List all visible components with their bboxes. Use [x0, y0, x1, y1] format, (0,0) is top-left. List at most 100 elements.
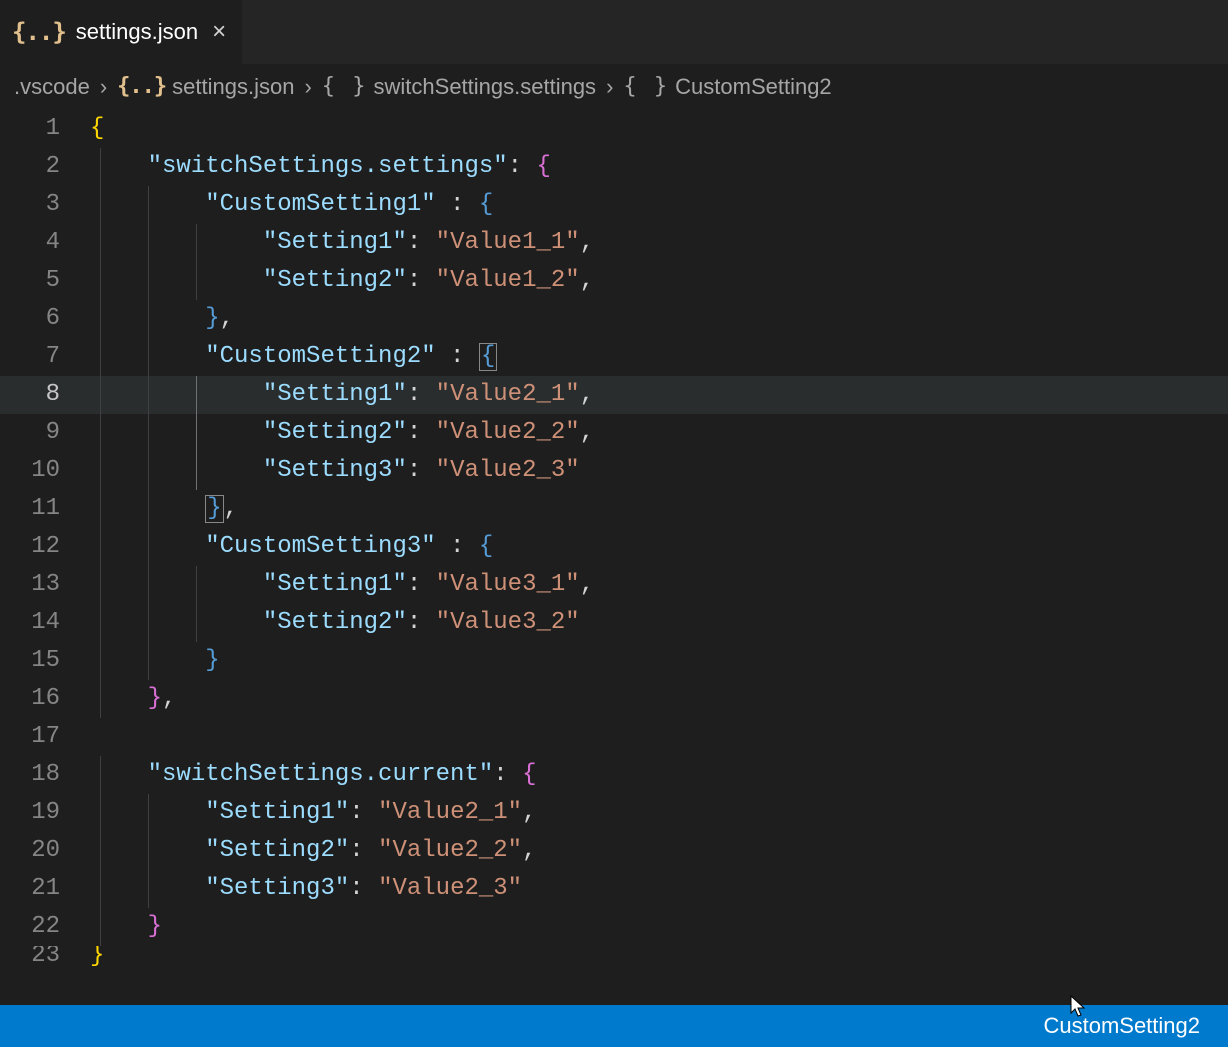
code-line[interactable]: 23 }: [0, 946, 1228, 966]
line-number: 12: [0, 528, 90, 566]
line-number: 9: [0, 414, 90, 452]
token-key: "Setting3": [205, 875, 349, 902]
token-string: "Value2_3": [378, 875, 522, 902]
code-line[interactable]: 2 "switchSettings.settings": {: [0, 148, 1228, 186]
token-punct: ,: [162, 685, 176, 712]
line-number: 20: [0, 832, 90, 870]
token-string: "Value3_1": [436, 571, 580, 598]
token-brace: }: [148, 913, 162, 940]
token-string: "Value1_1": [436, 229, 580, 256]
line-number: 21: [0, 870, 90, 908]
code-line[interactable]: 5 "Setting2": "Value1_2",: [0, 262, 1228, 300]
code-line[interactable]: 6 },: [0, 300, 1228, 338]
line-number: 13: [0, 566, 90, 604]
status-current-setting[interactable]: CustomSetting2: [1043, 1013, 1200, 1039]
code-line[interactable]: 12 "CustomSetting3" : {: [0, 528, 1228, 566]
code-line[interactable]: 17: [0, 718, 1228, 756]
json-file-icon: {..}: [117, 74, 166, 99]
code-line[interactable]: 4 "Setting1": "Value1_1",: [0, 224, 1228, 262]
token-punct: ,: [522, 799, 536, 826]
token-brace: }: [205, 647, 219, 674]
line-number: 23: [0, 946, 90, 966]
token-punct: :: [349, 875, 378, 902]
token-punct: :: [436, 533, 479, 560]
line-number: 3: [0, 186, 90, 224]
line-number: 19: [0, 794, 90, 832]
bracket-match-highlight: }: [205, 495, 223, 523]
token-key: "switchSettings.settings": [148, 153, 508, 180]
token-punct: :: [407, 609, 436, 636]
code-line[interactable]: 19 "Setting1": "Value2_1",: [0, 794, 1228, 832]
token-punct: :: [349, 837, 378, 864]
code-editor[interactable]: 1 { 2 "switchSettings.settings": { 3 "Cu…: [0, 110, 1228, 1005]
code-line[interactable]: 9 "Setting2": "Value2_2",: [0, 414, 1228, 452]
token-punct: :: [493, 761, 522, 788]
token-brace: }: [90, 946, 104, 966]
line-number: 1: [0, 110, 90, 148]
code-line[interactable]: 15 }: [0, 642, 1228, 680]
token-punct: :: [407, 229, 436, 256]
token-punct: :: [407, 267, 436, 294]
token-key: "Setting2": [263, 419, 407, 446]
code-line[interactable]: 21 "Setting3": "Value2_3": [0, 870, 1228, 908]
code-line-active[interactable]: 8 "Setting1": "Value2_1",: [0, 376, 1228, 414]
code-line[interactable]: 11 },: [0, 490, 1228, 528]
crumb-symbol-2-label: CustomSetting2: [675, 74, 832, 100]
object-icon: { }: [322, 74, 368, 99]
code-line[interactable]: 3 "CustomSetting1" : {: [0, 186, 1228, 224]
code-line[interactable]: 20 "Setting2": "Value2_2",: [0, 832, 1228, 870]
token-key: "CustomSetting2": [205, 343, 435, 370]
token-punct: :: [436, 343, 479, 370]
code-line[interactable]: 1 {: [0, 110, 1228, 148]
line-number: 10: [0, 452, 90, 490]
token-string: "Value1_2": [436, 267, 580, 294]
line-number: 15: [0, 642, 90, 680]
token-brace: {: [90, 115, 104, 142]
token-punct: ,: [522, 837, 536, 864]
token-punct: :: [407, 419, 436, 446]
token-key: "CustomSetting1": [205, 191, 435, 218]
json-file-icon: {..}: [12, 18, 66, 46]
token-punct: :: [508, 153, 537, 180]
line-number: 14: [0, 604, 90, 642]
token-punct: :: [349, 799, 378, 826]
breadcrumb[interactable]: .vscode › {..} settings.json › { } switc…: [0, 64, 1228, 110]
token-key: "Setting1": [263, 571, 407, 598]
code-line[interactable]: 16 },: [0, 680, 1228, 718]
token-string: "Value2_2": [378, 837, 522, 864]
token-punct: ,: [580, 229, 594, 256]
crumb-file[interactable]: {..} settings.json: [117, 74, 294, 100]
code-line[interactable]: 18 "switchSettings.current": {: [0, 756, 1228, 794]
tab-bar: {..} settings.json ×: [0, 0, 1228, 64]
bracket-match-highlight: {: [479, 343, 497, 371]
code-line[interactable]: 10 "Setting3": "Value2_3": [0, 452, 1228, 490]
crumb-symbol-1[interactable]: { } switchSettings.settings: [322, 74, 596, 100]
line-number: 16: [0, 680, 90, 718]
tab-settings-json[interactable]: {..} settings.json ×: [0, 0, 243, 64]
token-string: "Value2_1": [436, 381, 580, 408]
token-punct: ,: [580, 381, 594, 408]
line-number: 17: [0, 718, 90, 756]
code-line[interactable]: 13 "Setting1": "Value3_1",: [0, 566, 1228, 604]
token-punct: ,: [580, 571, 594, 598]
crumb-folder[interactable]: .vscode: [14, 74, 90, 100]
token-punct: :: [436, 191, 479, 218]
token-brace: {: [522, 761, 536, 788]
crumb-file-label: settings.json: [172, 74, 294, 100]
chevron-right-icon: ›: [304, 74, 311, 100]
token-key: "Setting1": [263, 229, 407, 256]
token-string: "Value2_3": [436, 457, 580, 484]
code-line[interactable]: 7 "CustomSetting2" : {: [0, 338, 1228, 376]
close-icon[interactable]: ×: [212, 20, 226, 44]
token-key: "Setting1": [263, 381, 407, 408]
line-number: 6: [0, 300, 90, 338]
code-line[interactable]: 14 "Setting2": "Value3_2": [0, 604, 1228, 642]
token-string: "Value2_1": [378, 799, 522, 826]
crumb-symbol-2[interactable]: { } CustomSetting2: [623, 74, 831, 100]
token-brace: }: [205, 305, 219, 332]
token-string: "Value3_2": [436, 609, 580, 636]
token-key: "Setting1": [205, 799, 349, 826]
token-punct: :: [407, 457, 436, 484]
tab-title: settings.json: [76, 19, 198, 45]
code-line[interactable]: 22 }: [0, 908, 1228, 946]
